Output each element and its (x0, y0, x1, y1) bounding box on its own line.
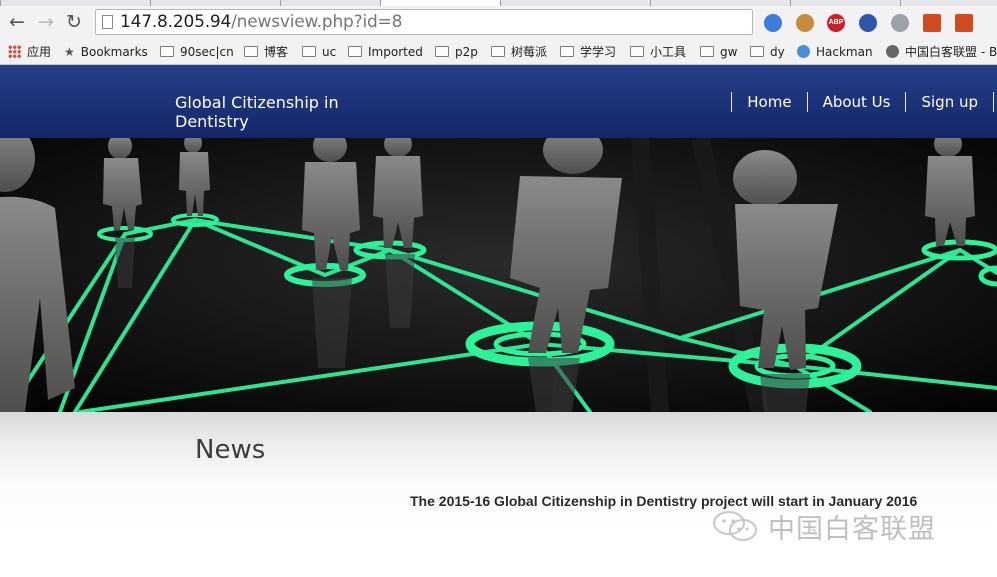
bookmark-label: 小工具 (650, 45, 687, 59)
bookmark-item[interactable]: 树莓派 (491, 43, 547, 61)
bookmark-item[interactable]: uc (302, 43, 336, 61)
bookmark-item[interactable]: p2p (435, 43, 478, 61)
lantern2-extension-icon[interactable] (955, 14, 973, 32)
bookmark-item[interactable]: 应用 (8, 43, 51, 61)
folder-icon (435, 46, 449, 57)
site-nav: Home About Us Sign up (731, 92, 995, 112)
bookmark-label: 博客 (264, 45, 289, 59)
back-button[interactable]: ← (5, 9, 29, 35)
wechat-icon (713, 511, 757, 541)
bookmark-label: dy (770, 45, 785, 59)
content-area: News The 2015-16 Global Citizenship in D… (0, 412, 997, 577)
nav-divider (993, 92, 995, 112)
folder-icon (750, 46, 764, 57)
nav-sign-up[interactable]: Sign up (905, 92, 993, 112)
url-path: /newsview.php?id=8 (231, 12, 403, 32)
folder-icon (348, 46, 362, 57)
bookmark-label: 中国白客联盟 - B (905, 45, 997, 59)
bookmark-item[interactable]: 博客 (244, 43, 288, 61)
star-icon: ★ (64, 45, 75, 59)
hero-banner (0, 138, 997, 412)
watermark: 中国白客联盟 (712, 508, 936, 545)
news-heading: News (195, 435, 266, 465)
bookmark-label: Hackman (816, 45, 873, 59)
ftp-extension-icon[interactable] (859, 14, 877, 32)
planet-extension-icon[interactable] (891, 14, 909, 32)
bookmark-label: gw (720, 45, 738, 59)
bookmark-label: p2p (455, 45, 478, 59)
folder-icon (491, 46, 505, 57)
bookmark-item[interactable]: Imported (348, 43, 423, 61)
page-icon (102, 15, 113, 29)
bookmark-label: 学学习 (580, 45, 617, 59)
bookmark-label: 应用 (27, 45, 52, 59)
bookmark-item[interactable]: dy (750, 43, 785, 61)
forward-button[interactable]: → (34, 9, 58, 35)
site-header: Global Citizenship in Dentistry Home Abou… (0, 65, 997, 138)
cookie-extension-icon[interactable] (796, 14, 814, 32)
watermark-text: 中国白客联盟 (768, 513, 936, 545)
folder-icon (302, 46, 316, 57)
abp-extension-icon[interactable]: ABP (827, 14, 845, 32)
folder-icon (700, 46, 714, 57)
folder-icon (630, 46, 644, 57)
gear-icon (886, 45, 899, 58)
bookmark-item[interactable]: ★ Bookmarks (64, 43, 148, 61)
globe-extension-icon[interactable] (764, 14, 782, 32)
bookmark-item[interactable]: 小工具 (630, 43, 686, 61)
bookmark-item[interactable]: gw (700, 43, 737, 61)
reload-button[interactable]: ↻ (62, 9, 86, 35)
bookmark-label: 树莓派 (511, 45, 548, 59)
nav-home[interactable]: Home (731, 92, 806, 112)
bookmark-item[interactable]: 中国白客联盟 - B (886, 43, 997, 61)
bookmark-item[interactable]: 学学习 (560, 43, 616, 61)
folder-icon (560, 46, 574, 57)
globe-icon (797, 45, 810, 58)
lantern-extension-icon[interactable] (923, 14, 941, 32)
apps-icon (8, 45, 21, 58)
address-bar[interactable]: 147.8.205.94/newsview.php?id=8 (95, 9, 753, 35)
url-text[interactable]: 147.8.205.94/newsview.php?id=8 (120, 12, 402, 32)
bookmark-label: Bookmarks (80, 45, 148, 59)
nav-about-us[interactable]: About Us (806, 92, 906, 112)
folder-icon (244, 46, 258, 57)
url-host: 147.8.205.94 (120, 12, 232, 32)
folder-icon (160, 46, 174, 57)
network-people-illustration (0, 138, 997, 412)
bookmark-label: Imported (368, 45, 423, 59)
bookmark-item[interactable]: Hackman (797, 43, 873, 61)
bookmarks-bar: 应用 ★ Bookmarks 90sec|cn 博客 uc Imported p2p 树莓派 学学… (0, 40, 997, 65)
site-title[interactable]: Global Citizenship in Dentistry (175, 93, 375, 131)
bookmark-label: uc (322, 45, 337, 59)
browser-toolbar: ← → ↻ 147.8.205.94/newsview.php?id=8 ABP (0, 6, 997, 40)
bookmark-item[interactable]: 90sec|cn (160, 43, 234, 61)
bookmark-label: 90sec|cn (180, 45, 234, 59)
